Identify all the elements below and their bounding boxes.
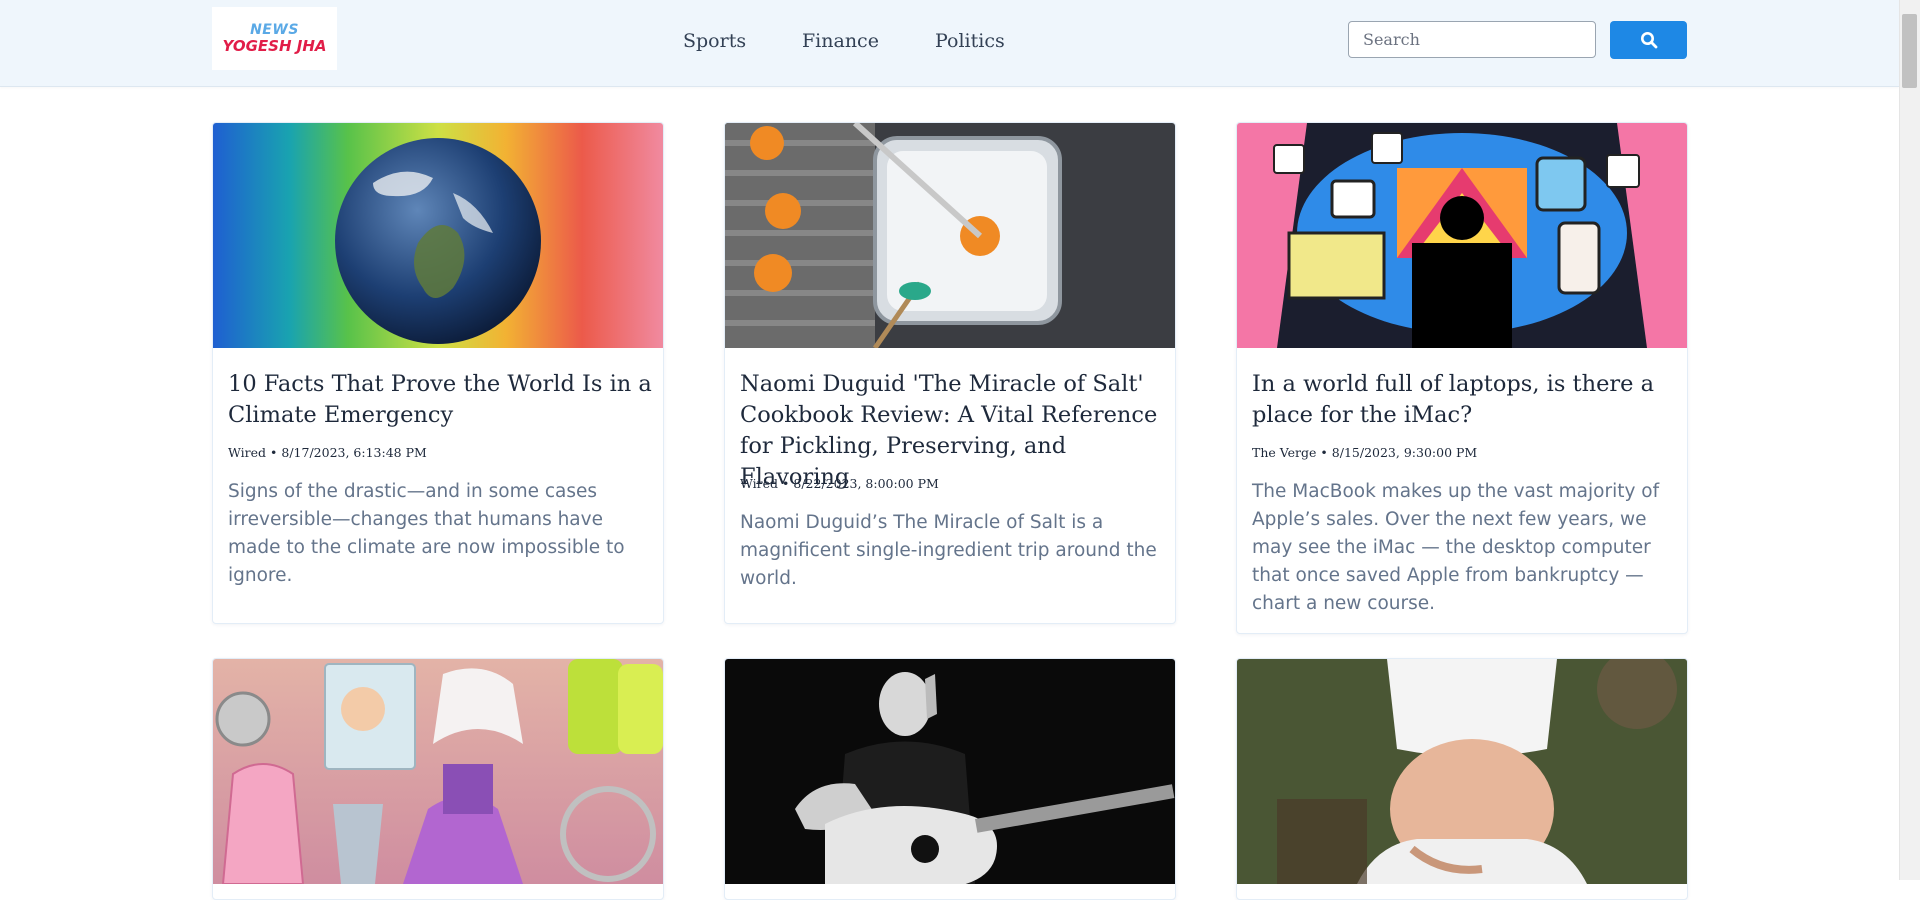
- article-source: Wired: [228, 445, 267, 460]
- search-button[interactable]: [1610, 21, 1687, 59]
- article-description: Signs of the drastic—and in some cases i…: [228, 481, 625, 586]
- disney-merch-image[interactable]: [213, 659, 663, 884]
- site-logo[interactable]: NEWS YOGESH JHA: [212, 7, 337, 70]
- article-meta: Wired • 8/17/2023, 6:13:48 PM: [228, 445, 427, 460]
- nav-finance[interactable]: Finance: [802, 30, 879, 52]
- article-card[interactable]: Naomi Duguid 'The Miracle of Salt' Cookb…: [724, 122, 1176, 624]
- search-input[interactable]: [1348, 21, 1596, 58]
- article-card[interactable]: [724, 658, 1176, 900]
- article-card[interactable]: 10 Facts That Prove the World Is in a Cl…: [212, 122, 664, 624]
- article-description: Naomi Duguid’s The Miracle of Salt is a …: [740, 512, 1157, 589]
- nav-politics[interactable]: Politics: [935, 30, 1005, 52]
- nav-sports[interactable]: Sports: [683, 30, 746, 52]
- page-scrollbar[interactable]: [1899, 0, 1920, 880]
- site-header: NEWS YOGESH JHA Sports Finance Politics: [0, 0, 1899, 87]
- pregnant-person-image[interactable]: [1237, 659, 1687, 884]
- article-date: 8/17/2023, 6:13:48 PM: [281, 445, 427, 460]
- article-date: 8/15/2023, 9:30:00 PM: [1331, 445, 1478, 460]
- article-card[interactable]: In a world full of laptops, is there a p…: [1236, 122, 1688, 634]
- article-meta: Wired • 8/22/2023, 8:00:00 PM: [740, 476, 939, 491]
- article-description: The MacBook makes up the vast majority o…: [1252, 481, 1660, 614]
- imac-illustration-image[interactable]: [1237, 123, 1687, 348]
- scrollbar-thumb[interactable]: [1902, 14, 1917, 88]
- logo-line-news: NEWS: [250, 21, 299, 38]
- article-source: The Verge: [1252, 445, 1317, 460]
- earth-rainbow-image[interactable]: [213, 123, 663, 348]
- logo-line-name: YOGESH JHA: [222, 36, 327, 55]
- guitar-singer-image[interactable]: [725, 659, 1175, 884]
- article-title[interactable]: In a world full of laptops, is there a p…: [1252, 369, 1677, 431]
- article-source: Wired: [740, 476, 779, 491]
- search-icon: [1640, 32, 1657, 49]
- article-card[interactable]: [212, 658, 664, 900]
- article-card[interactable]: [1236, 658, 1688, 900]
- article-title[interactable]: Naomi Duguid 'The Miracle of Salt' Cookb…: [740, 369, 1165, 493]
- article-meta: The Verge • 8/15/2023, 9:30:00 PM: [1252, 445, 1478, 460]
- salt-dish-image[interactable]: [725, 123, 1175, 348]
- article-date: 8/22/2023, 8:00:00 PM: [793, 476, 939, 491]
- article-title[interactable]: 10 Facts That Prove the World Is in a Cl…: [228, 369, 653, 431]
